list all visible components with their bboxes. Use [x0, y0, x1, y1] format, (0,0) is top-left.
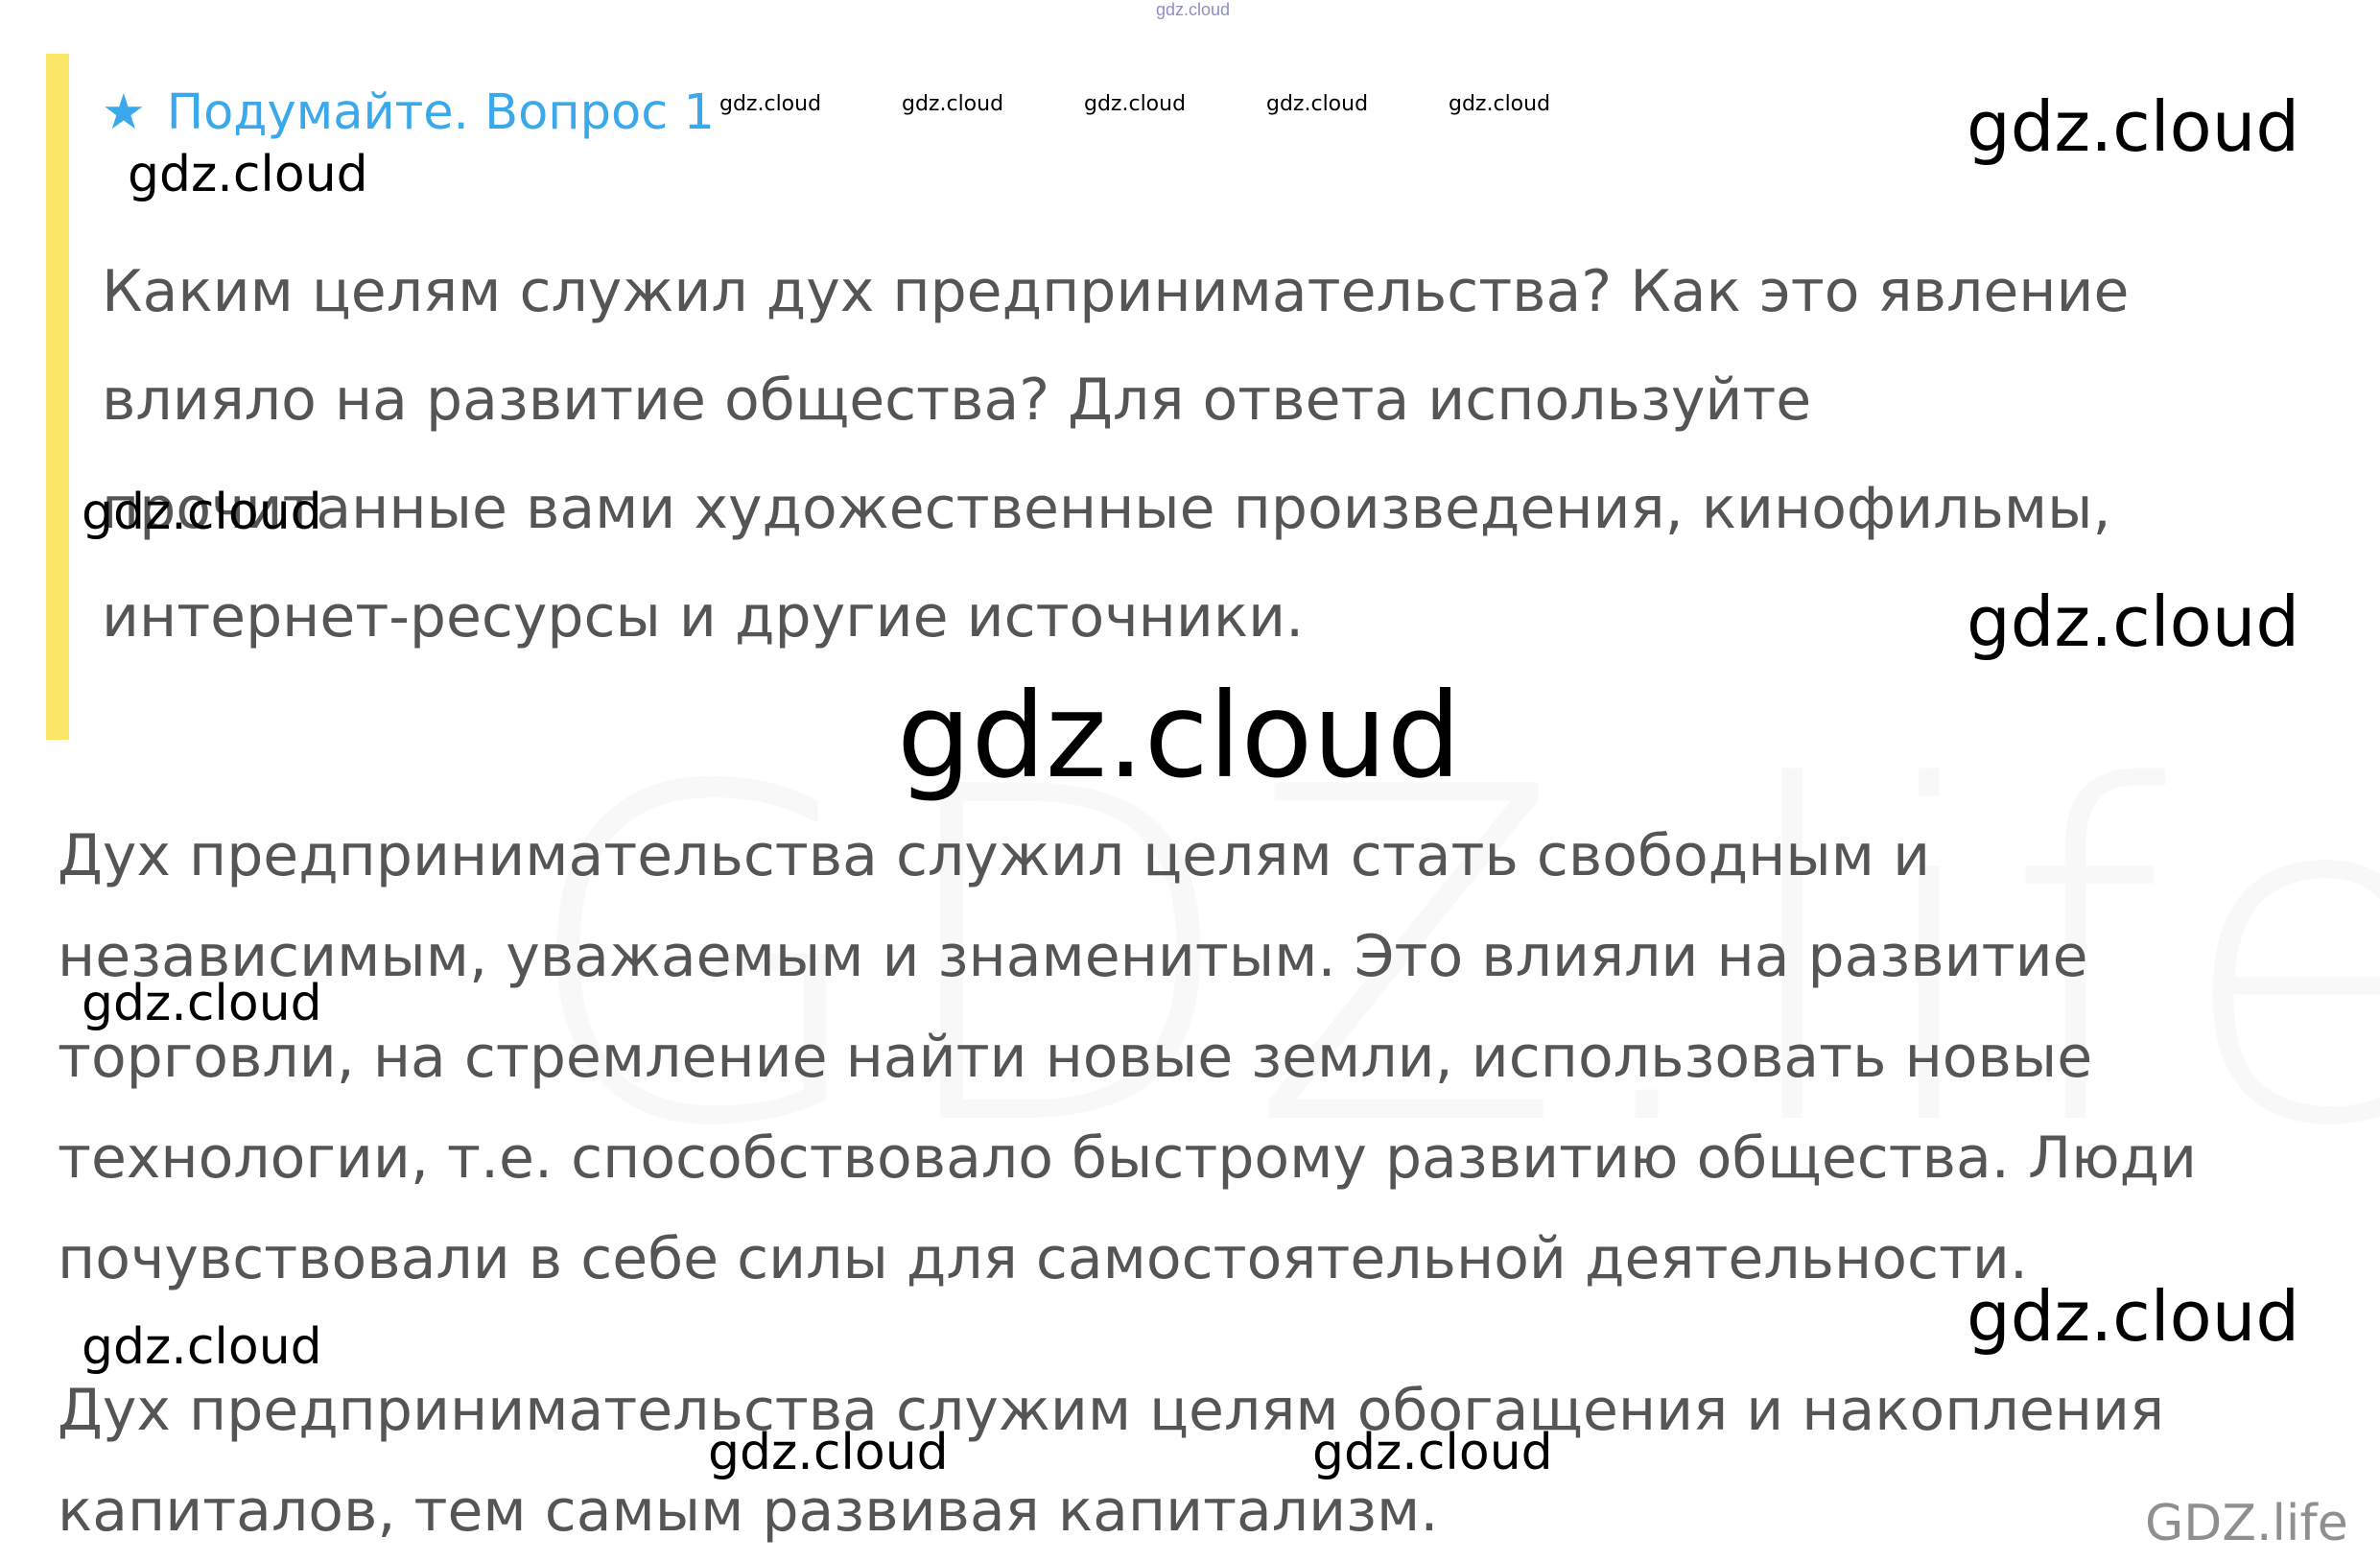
watermark-text: gdz.cloud	[1312, 1424, 1553, 1481]
answer-paragraph: Дух предпринимательства служил целям ста…	[58, 822, 2198, 1292]
question-accent-bar	[46, 54, 69, 740]
question-text: Каким целям служил дух предпринимательст…	[102, 258, 2130, 651]
star-icon: ★	[102, 84, 146, 141]
watermark-text: gdz.cloud	[897, 668, 1462, 804]
watermark-text: gdz.cloud	[1967, 581, 2300, 662]
watermark-text: gdz.cloud	[1084, 92, 1187, 116]
top-watermark: gdz.cloud	[1156, 0, 1231, 19]
page: GDZ.life gdz.cloud ★ Подумайте. Вопрос 1 …	[0, 0, 2380, 1552]
watermark-text: gdz.cloud	[128, 146, 368, 203]
question-title: ★ Подумайте. Вопрос 1	[102, 84, 715, 142]
watermark-text: gdz.cloud	[1967, 1276, 2300, 1357]
watermark-text: gdz.cloud	[82, 975, 322, 1032]
question-title-text: Подумайте. Вопрос 1	[166, 84, 715, 141]
watermark-text: gdz.cloud	[1266, 92, 1369, 116]
watermark-text: gdz.cloud	[1449, 92, 1551, 116]
question-block: ★ Подумайте. Вопрос 1 Каким целям служил …	[46, 54, 2281, 740]
watermark-text: gdz.cloud	[82, 1318, 322, 1376]
watermark-text: gdz.cloud	[82, 484, 322, 541]
watermark-text: gdz.cloud	[708, 1424, 949, 1481]
brand-footer: GDZ.life	[2145, 1495, 2348, 1552]
watermark-text: gdz.cloud	[902, 92, 1004, 116]
watermark-text: gdz.cloud	[1967, 86, 2300, 167]
answer-paragraph: Дух предпринимательства служим целям обо…	[58, 1377, 2165, 1545]
watermark-text: gdz.cloud	[719, 92, 822, 116]
